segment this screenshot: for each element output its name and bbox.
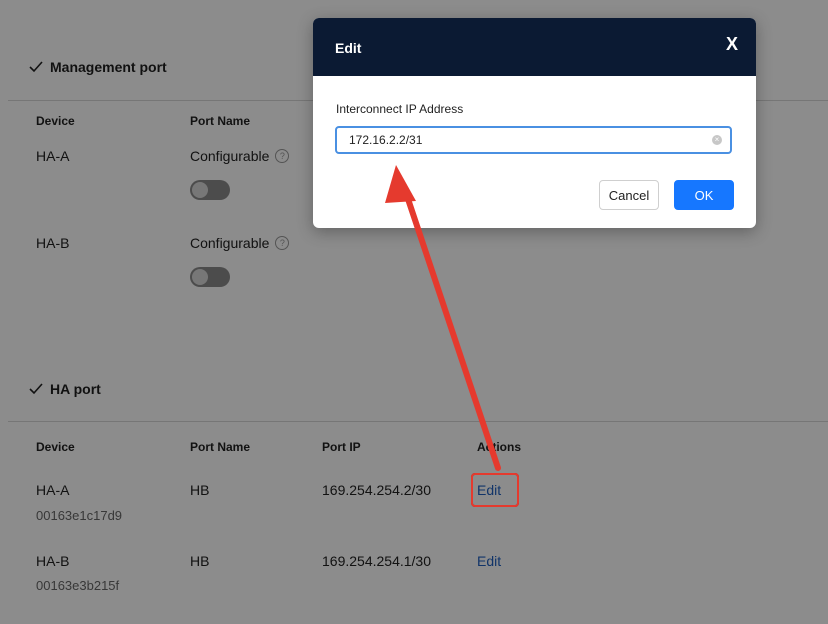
ok-button[interactable]: OK bbox=[674, 180, 734, 210]
edit-dialog: Edit X Interconnect IP Address × Cancel … bbox=[313, 18, 756, 228]
dialog-title: Edit bbox=[335, 40, 362, 56]
interconnect-ip-label: Interconnect IP Address bbox=[336, 102, 464, 116]
annotation-highlight-box bbox=[471, 473, 519, 507]
interconnect-ip-input[interactable] bbox=[335, 126, 732, 154]
close-icon[interactable]: X bbox=[726, 34, 738, 55]
cancel-button[interactable]: Cancel bbox=[599, 180, 659, 210]
clear-input-icon[interactable]: × bbox=[712, 135, 722, 145]
dialog-header: Edit X bbox=[313, 18, 756, 76]
